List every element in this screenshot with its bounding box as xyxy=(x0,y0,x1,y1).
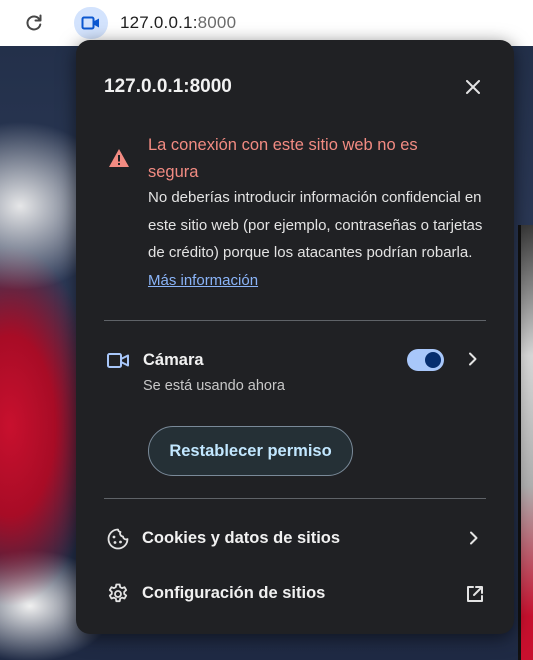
popup-title: 127.0.0.1:8000 xyxy=(104,76,232,97)
more-info-link[interactable]: Más información xyxy=(148,272,258,289)
url-host: 127.0.0.1: xyxy=(120,13,198,32)
close-button[interactable] xyxy=(460,74,486,100)
camera-permission-toggle[interactable] xyxy=(407,349,444,371)
site-settings-row[interactable]: Configuración de sitios xyxy=(76,573,514,613)
reload-icon xyxy=(26,14,42,31)
url-text[interactable]: 127.0.0.1:8000 xyxy=(120,13,236,33)
site-info-button[interactable] xyxy=(74,7,108,39)
camera-permission-status: Se está usando ahora xyxy=(143,378,285,394)
cookie-icon xyxy=(107,528,129,550)
site-info-popup: 127.0.0.1:8000 La conexión con este siti… xyxy=(76,40,514,634)
camera-icon xyxy=(107,353,129,368)
chevron-right-icon[interactable] xyxy=(466,352,480,366)
reload-button[interactable] xyxy=(20,9,48,37)
cookies-row[interactable]: Cookies y datos de sitios xyxy=(76,518,514,558)
site-settings-label: Configuración de sitios xyxy=(142,584,326,602)
url-port: 8000 xyxy=(197,13,237,32)
open-external-icon xyxy=(467,586,483,602)
warning-icon xyxy=(109,149,129,167)
divider xyxy=(104,498,486,499)
page-side-image xyxy=(518,225,533,660)
camera-icon xyxy=(81,16,99,30)
divider xyxy=(104,320,486,321)
camera-permission-label: Cámara xyxy=(143,351,204,369)
security-warning-text: No deberías introducir información confi… xyxy=(148,189,483,261)
close-icon xyxy=(466,80,480,94)
chevron-right-icon xyxy=(470,531,478,545)
toggle-knob xyxy=(425,352,441,368)
security-warning-description: No deberías introducir información confi… xyxy=(148,184,488,294)
security-warning-title: La conexión con este sitio web no es seg… xyxy=(148,136,418,181)
gear-icon xyxy=(108,583,128,603)
reset-permission-button[interactable]: Restablecer permiso xyxy=(148,426,353,476)
cookies-label: Cookies y datos de sitios xyxy=(142,529,341,547)
